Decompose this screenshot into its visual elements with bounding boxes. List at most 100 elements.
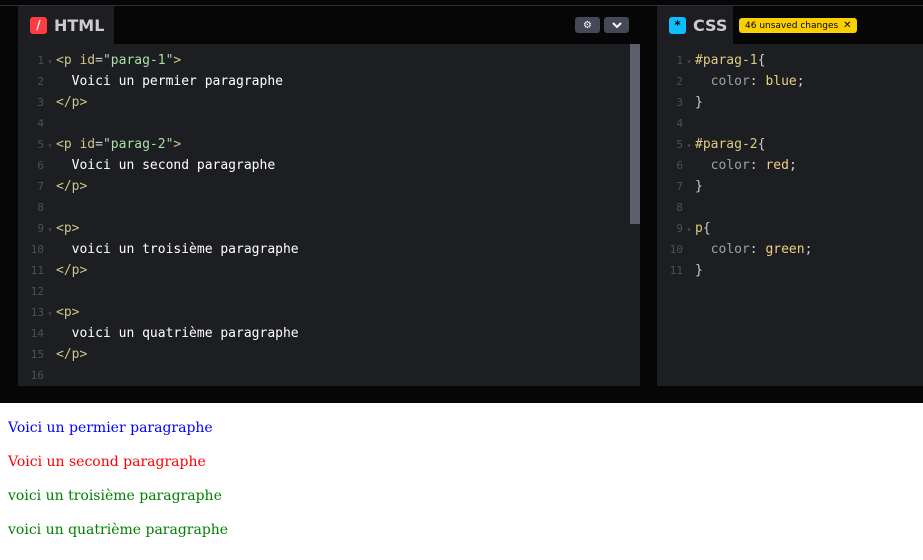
fold-gutter — [683, 72, 695, 93]
css-tab[interactable]: * CSS — [657, 6, 733, 44]
css-code-editor[interactable]: 1 ▾ #parag-1{2 color: blue; 3 } 4 5 ▾ #parag-2… — [657, 50, 813, 281]
line-number: 1 — [676, 54, 683, 67]
code-line[interactable]: 12 — [18, 281, 299, 302]
code-token: ; — [804, 242, 813, 257]
code-line[interactable]: 9 ▾ p{ — [657, 218, 812, 239]
code-token: <p — [56, 53, 80, 68]
code-line[interactable]: 10 color: green; — [657, 239, 813, 260]
code-token: <p> — [56, 305, 80, 320]
code-token: color — [695, 74, 750, 89]
code-line[interactable]: 11 } — [657, 260, 812, 281]
code-line[interactable]: 5 ▾ #parag-2{ — [657, 134, 812, 155]
code-token: </p> — [56, 179, 88, 194]
fold-gutter — [44, 72, 56, 93]
fold-arrow-icon[interactable]: ▾ — [44, 219, 56, 240]
code-line[interactable]: 13 ▾ <p> — [18, 302, 299, 323]
line-number: 2 — [676, 75, 683, 88]
code-token: </p> — [56, 347, 88, 362]
line-number: 14 — [30, 327, 44, 340]
code-line[interactable]: 15 </p> — [18, 344, 299, 365]
html-pane-header: / HTML ⚙ — [18, 6, 640, 44]
code-token: <p> — [56, 221, 80, 236]
code-token: </p> — [56, 95, 88, 110]
code-line[interactable]: 4 — [18, 113, 299, 134]
line-number: 2 — [37, 75, 44, 88]
code-token: </p> — [56, 263, 88, 278]
line-number: 5 — [676, 138, 683, 151]
code-token: "parag-1" — [102, 53, 174, 68]
fold-gutter — [683, 93, 695, 114]
scrollbar-thumb[interactable] — [630, 44, 640, 224]
line-number: 3 — [676, 96, 683, 109]
code-line[interactable]: 16 — [18, 365, 299, 386]
code-token: voici un troisième paragraphe — [56, 242, 299, 257]
code-line[interactable]: 1 ▾ #parag-1{ — [657, 50, 812, 71]
code-token: ; — [788, 158, 797, 173]
fold-arrow-icon[interactable]: ▾ — [44, 303, 56, 324]
code-line[interactable]: 1 ▾ <p id="parag-1"> — [18, 50, 299, 71]
html-tab-title: HTML — [54, 15, 105, 35]
line-number: 6 — [676, 159, 683, 172]
resize-bar[interactable] — [0, 386, 923, 403]
line-number: 10 — [30, 243, 44, 256]
fold-gutter — [44, 198, 56, 219]
preview-frame: Voici un permier paragraphe Voici un sec… — [0, 403, 923, 560]
code-line[interactable]: 11 </p> — [18, 260, 299, 281]
code-token: id — [79, 53, 96, 68]
code-token: green — [765, 242, 805, 257]
line-number: 9 — [37, 222, 44, 235]
html-code-editor[interactable]: 1 ▾ <p id="parag-1"> 2 Voici un permier par… — [18, 50, 299, 386]
line-number: 4 — [37, 117, 44, 130]
line-number: 8 — [676, 201, 683, 214]
fold-gutter — [44, 324, 56, 345]
collapse-button[interactable] — [604, 17, 629, 33]
code-line[interactable]: 9 ▾ <p> — [18, 218, 299, 239]
code-line[interactable]: 7 </p> — [18, 176, 299, 197]
code-line[interactable]: 6 color: red; — [657, 155, 812, 176]
code-line[interactable]: 3 } — [657, 92, 812, 113]
code-line[interactable]: 3 </p> — [18, 92, 299, 113]
unsaved-changes-badge[interactable]: 46 unsaved changes ✕ — [739, 18, 858, 33]
css-pane-header: * CSS 46 unsaved changes ✕ — [657, 6, 923, 44]
code-token: red — [765, 158, 789, 173]
gear-icon: ⚙ — [583, 19, 592, 31]
fold-arrow-icon[interactable]: ▾ — [683, 135, 695, 156]
preview-paragraph-3: voici un troisième paragraphe — [8, 488, 222, 504]
fold-arrow-icon[interactable]: ▾ — [683, 51, 695, 72]
code-line[interactable]: 8 — [657, 197, 812, 218]
code-line[interactable]: 6 Voici un second paragraphe — [18, 155, 299, 176]
line-number: 5 — [37, 138, 44, 151]
code-token: = — [95, 137, 103, 152]
unsaved-label: 46 unsaved changes — [745, 21, 839, 31]
close-icon[interactable]: ✕ — [843, 20, 851, 31]
code-token: > — [173, 53, 182, 68]
fold-gutter — [44, 156, 56, 177]
fold-gutter — [44, 93, 56, 114]
code-token: ; — [796, 74, 805, 89]
slash-icon: / — [30, 16, 47, 34]
code-token: } — [695, 179, 703, 194]
code-line[interactable]: 2 Voici un permier paragraphe — [18, 71, 299, 92]
line-number: 12 — [30, 285, 44, 298]
settings-button[interactable]: ⚙ — [575, 17, 600, 33]
code-line[interactable]: 5 ▾ <p id="parag-2"> — [18, 134, 299, 155]
code-line[interactable]: 2 color: blue; — [657, 71, 812, 92]
fold-gutter — [44, 261, 56, 282]
fold-arrow-icon[interactable]: ▾ — [44, 135, 56, 156]
code-token: "parag-2" — [102, 137, 174, 152]
code-line[interactable]: 7 } — [657, 176, 812, 197]
code-line[interactable]: 14 voici un quatrième paragraphe — [18, 323, 299, 344]
fold-arrow-icon[interactable]: ▾ — [44, 51, 56, 72]
code-token: { — [702, 221, 711, 236]
code-line[interactable]: 8 — [18, 197, 299, 218]
code-line[interactable]: 10 voici un troisième paragraphe — [18, 239, 299, 260]
fold-gutter — [683, 114, 695, 135]
code-token: <p — [56, 137, 80, 152]
html-tab[interactable]: / HTML — [18, 6, 114, 44]
css-tab-title: CSS — [693, 15, 728, 35]
fold-gutter — [44, 366, 56, 387]
fold-arrow-icon[interactable]: ▾ — [683, 219, 695, 240]
code-line[interactable]: 4 — [657, 113, 812, 134]
preview-paragraph-4: voici un quatrième paragraphe — [8, 522, 229, 538]
code-token: blue — [765, 74, 797, 89]
